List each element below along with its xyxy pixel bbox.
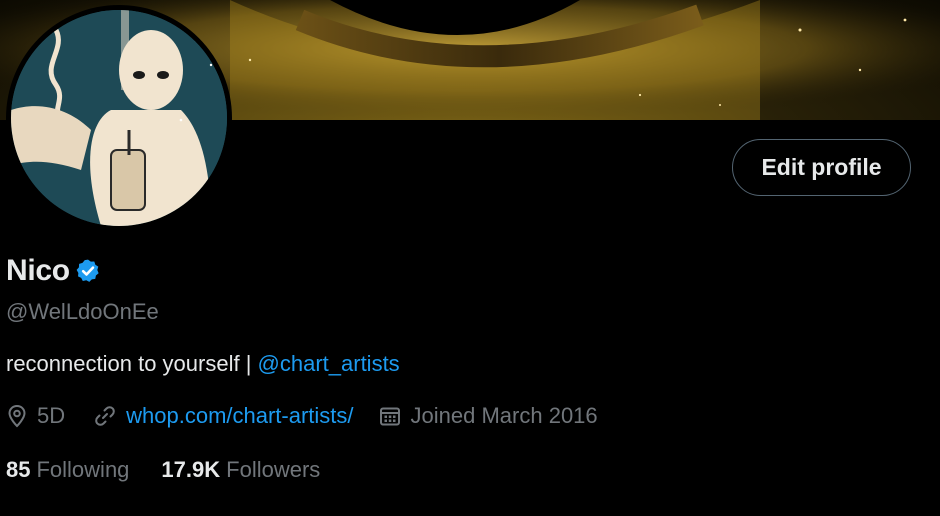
profile-handle: @WelLdoOnEe [6,299,159,324]
following-label: Following [36,457,130,482]
profile-name: Nico [6,254,70,287]
calendar-icon [378,404,402,428]
website-link[interactable]: whop.com/chart-artists/ [126,403,353,429]
bio-text: reconnection to yourself | [6,351,258,376]
verified-badge-icon[interactable] [75,258,101,284]
profile-name-row: Nico [6,254,101,288]
followers-stat[interactable]: 17.9K Followers [161,457,320,483]
profile-location: 5D [6,403,65,429]
avatar-image [11,10,227,226]
location-pin-icon [6,404,28,428]
profile-stats: 85 Following 17.9K Followers [6,457,320,483]
profile-avatar[interactable] [6,5,232,231]
profile-website[interactable]: whop.com/chart-artists/ [93,403,354,429]
link-icon [93,404,117,428]
bio-mention-link[interactable]: @chart_artists [258,351,400,376]
profile-meta-row: 5D whop.com/chart-artists/ Joined March … [6,403,598,429]
profile-joined: Joined March 2016 [378,403,598,429]
edit-profile-button[interactable]: Edit profile [732,139,911,196]
profile-bio: reconnection to yourself | @chart_artist… [6,351,400,377]
followers-count: 17.9K [161,457,221,482]
following-count: 85 [6,457,31,482]
following-stat[interactable]: 85 Following [6,457,129,483]
joined-text: Joined March 2016 [410,403,598,428]
followers-label: Followers [226,457,321,482]
location-text: 5D [37,403,66,428]
